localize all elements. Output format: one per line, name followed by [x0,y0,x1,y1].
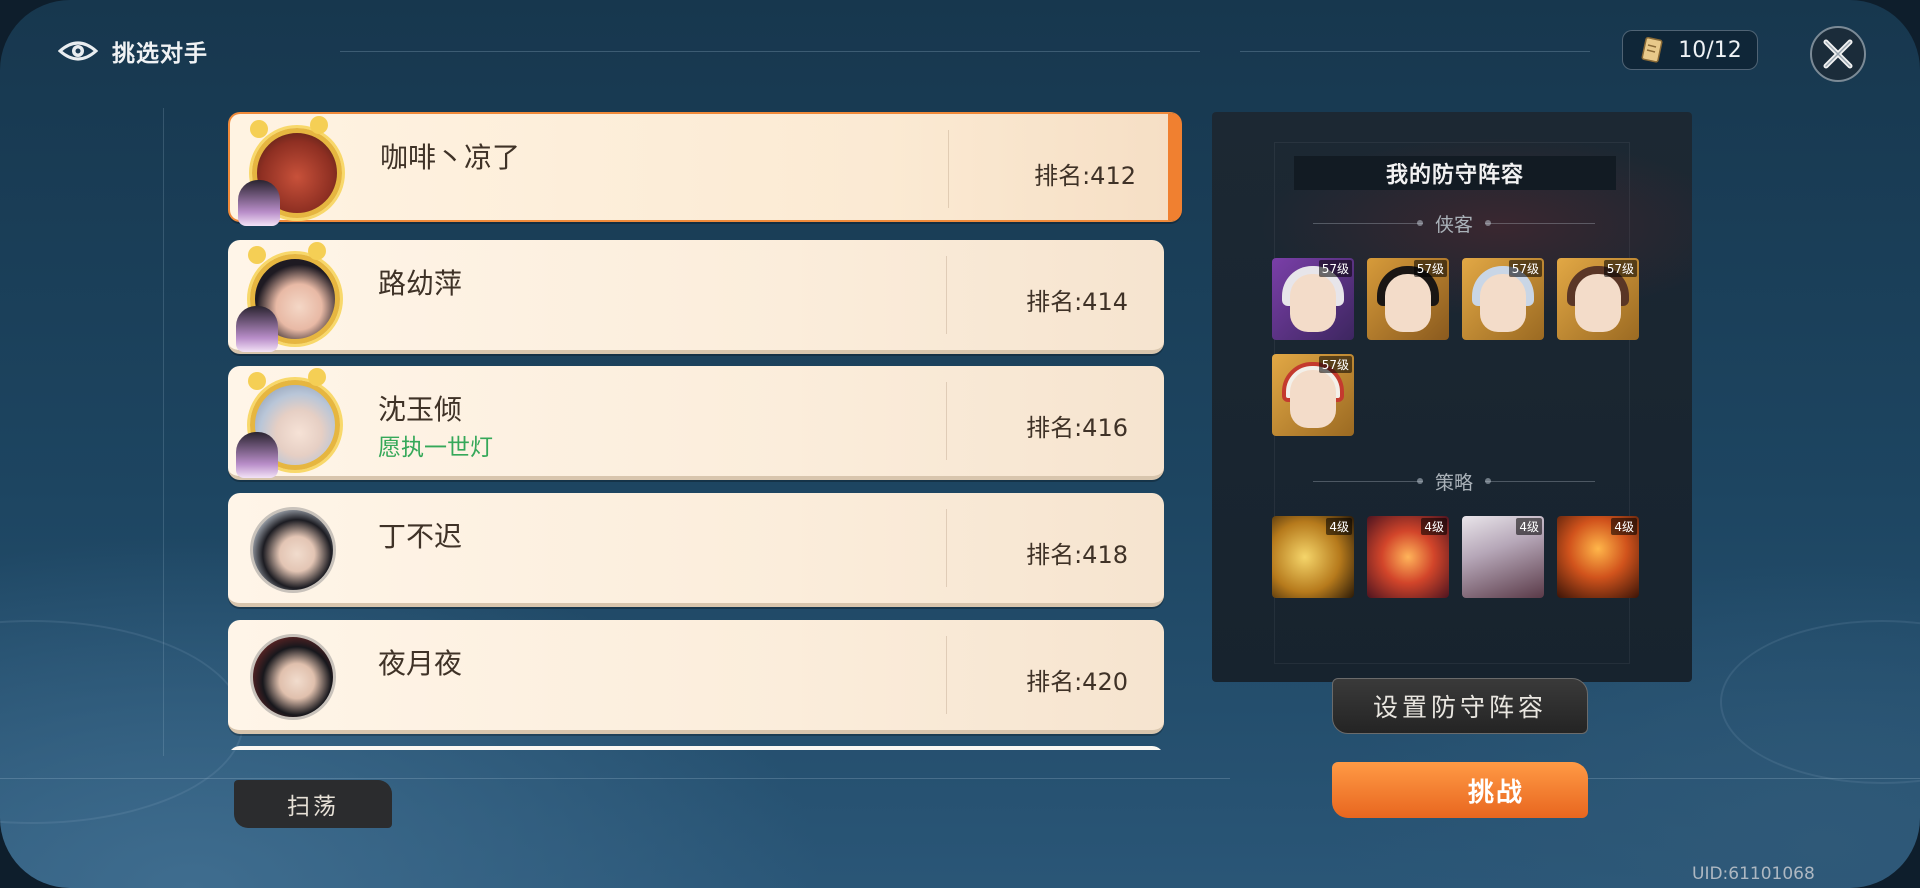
strategy-slot[interactable]: 4级 [1272,516,1354,598]
bg-ring [1720,620,1920,784]
challenge-button[interactable]: 挑战 [1332,762,1588,818]
player-title: 愿执一世灯 [378,435,493,461]
strategy-label: 策略 [1434,472,1473,494]
divider [946,382,947,460]
uid-label: UID:61101068 [1692,864,1815,884]
opponent-card[interactable]: 夜月夜 排名:420 [228,620,1164,734]
player-rank: 排名:416 [1026,414,1128,442]
divider [948,130,949,208]
sweep-button[interactable]: 扫荡 [234,780,392,828]
strategy-section-header: 策略 [1292,468,1616,495]
player-avatar [238,116,348,226]
opponent-card[interactable]: 沈玉倾 愿执一世灯 排名:416 [228,366,1164,480]
strategy-slot[interactable]: 4级 [1462,516,1544,598]
heroes-label: 侠客 [1434,214,1473,236]
player-rank: 排名:412 [1034,162,1136,190]
set-defense-button[interactable]: 设置防守阵容 [1332,678,1588,734]
opponent-card[interactable]: 咖啡丶凉了 排名:412 [228,112,1182,226]
player-name: 夜月夜 [378,647,463,680]
player-name: 路幼萍 [378,267,463,300]
player-rank: 排名:420 [1026,668,1128,696]
bg-line [1240,51,1590,52]
page-title: 挑选对手 [112,41,208,67]
opponent-list[interactable]: 咖啡丶凉了 排名:412 路幼萍 排名:414 沈玉倾 愿执一世灯 排名:416… [228,112,1184,750]
strategy-level: 4级 [1516,518,1542,535]
hero-slot[interactable]: 57级 [1462,258,1544,340]
close-icon [1823,39,1853,69]
hero-level: 57级 [1318,260,1352,277]
player-avatar [236,242,346,352]
player-avatar [236,368,346,478]
bg-ring [0,620,244,824]
defense-lineup-panel: 我的防守阵容 侠客 57级 57级 57级 57级 57级 策略 4级 4级 4… [1212,112,1692,682]
strategy-level: 4级 [1421,518,1447,535]
hero-level: 57级 [1508,260,1542,277]
player-rank: 排名:418 [1026,541,1128,569]
strategy-slot[interactable]: 4级 [1367,516,1449,598]
strategy-slot[interactable]: 4级 [1557,516,1639,598]
divider [946,509,947,587]
attempts-counter: 10/12 [1622,30,1758,70]
player-avatar [236,622,346,732]
divider [946,256,947,334]
hero-level: 57级 [1603,260,1637,277]
player-name: 咖啡丶凉了 [380,141,521,174]
heroes-section-header: 侠客 [1292,210,1616,237]
hero-slot[interactable]: 57级 [1272,258,1354,340]
header: 挑选对手 [58,34,208,68]
hero-level: 57级 [1413,260,1447,277]
hero-slot[interactable]: 57级 [1557,258,1639,340]
player-name: 沈玉倾 [378,393,463,426]
player-avatar [236,495,346,605]
opponent-card[interactable]: 路幼萍 排名:414 [228,240,1164,354]
player-name: 丁不迟 [378,520,463,553]
hero-slot[interactable]: 57级 [1272,354,1354,436]
game-screen: 挑选对手 10/12 咖啡丶凉了 排名:412 路幼萍 排名:414 沈玉倾 愿… [0,0,1920,888]
opponent-card-partial[interactable] [228,746,1164,750]
panel-title: 我的防守阵容 [1294,156,1616,190]
opponent-card[interactable]: 丁不迟 排名:418 [228,493,1164,607]
bg-line [340,51,1200,52]
close-button[interactable] [1810,26,1866,82]
hero-slot[interactable]: 57级 [1367,258,1449,340]
strategy-level: 4级 [1326,518,1352,535]
hero-level: 57级 [1318,356,1352,373]
strategy-level: 4级 [1611,518,1637,535]
attempts-count: 10/12 [1678,37,1742,63]
divider [946,636,947,714]
player-rank: 排名:414 [1026,288,1128,316]
scroll-ticket-icon [1641,36,1663,63]
eye-icon [58,41,98,61]
